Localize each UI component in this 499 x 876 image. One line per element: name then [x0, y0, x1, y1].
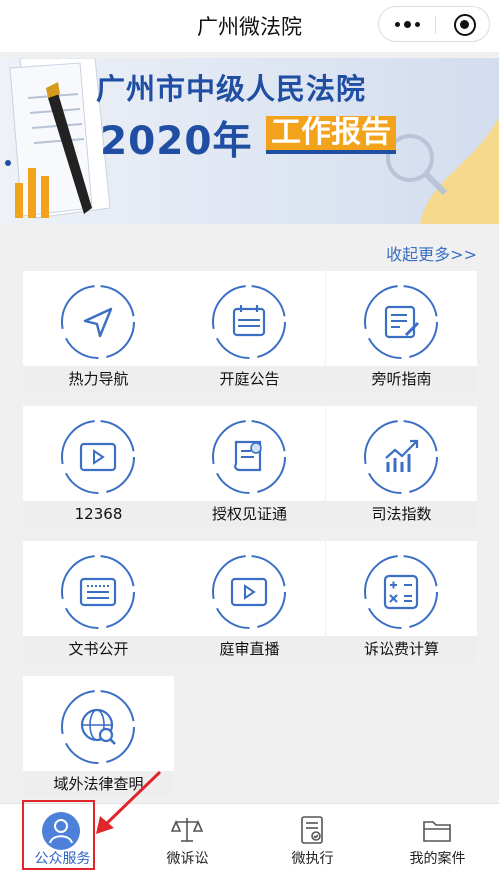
service-label: 开庭公告	[174, 366, 325, 392]
mini-program-capsule	[378, 6, 490, 42]
calculator-icon	[364, 555, 438, 629]
tab-my-cases[interactable]: 我的案件	[375, 804, 499, 874]
close-target-icon[interactable]	[454, 14, 476, 36]
document-text-icon	[61, 555, 135, 629]
service-card[interactable]: 热力导航	[23, 271, 174, 392]
service-card[interactable]: 司法指数	[326, 406, 477, 527]
folder-icon	[421, 814, 453, 846]
annotation-arrow-icon	[96, 770, 162, 834]
banner-year: 2020年	[100, 119, 253, 164]
tab-label: 我的案件	[409, 851, 466, 867]
service-label: 文书公开	[23, 636, 174, 662]
video-play-icon	[61, 420, 135, 494]
service-card[interactable]: 12368	[23, 406, 174, 527]
calendar-icon	[212, 285, 286, 359]
service-label: 庭审直播	[174, 636, 325, 662]
video-play-icon	[212, 555, 286, 629]
service-card[interactable]: 授权见证通	[174, 406, 325, 527]
service-card[interactable]: 开庭公告	[174, 271, 325, 392]
service-card[interactable]: 诉讼费计算	[326, 541, 477, 662]
tab-micro-execution[interactable]: 微执行	[250, 804, 375, 874]
service-label: 授权见证通	[174, 501, 325, 527]
capsule-divider	[435, 16, 436, 34]
banner-court-name: 广州市中级人民法院	[96, 72, 367, 106]
service-card[interactable]: 庭审直播	[174, 541, 325, 662]
globe-search-icon	[61, 690, 135, 764]
trend-chart-icon	[364, 420, 438, 494]
banner-report-tag: 工作报告	[266, 116, 396, 154]
service-label: 热力导航	[23, 366, 174, 392]
service-card[interactable]: 旁听指南	[326, 271, 477, 392]
more-options-icon[interactable]	[379, 7, 435, 41]
checklist-icon	[296, 814, 328, 846]
service-label: 旁听指南	[326, 366, 477, 392]
navigation-arrow-icon	[61, 285, 135, 359]
highlight-box	[22, 800, 95, 870]
service-label: 12368	[23, 501, 174, 527]
collapse-more-link[interactable]: 收起更多>>	[386, 241, 477, 265]
top-nav-bar: 广州微法院	[0, 0, 499, 52]
tab-label: 微执行	[291, 851, 334, 867]
document-pen-icon	[364, 285, 438, 359]
service-label: 诉讼费计算	[326, 636, 477, 662]
service-card[interactable]: 文书公开	[23, 541, 174, 662]
certificate-scroll-icon	[212, 420, 286, 494]
report-banner[interactable]: 广州市中级人民法院 2020年 工作报告	[0, 58, 499, 224]
tab-label: 微诉讼	[166, 851, 209, 867]
service-label: 司法指数	[326, 501, 477, 527]
scales-icon	[170, 814, 204, 846]
